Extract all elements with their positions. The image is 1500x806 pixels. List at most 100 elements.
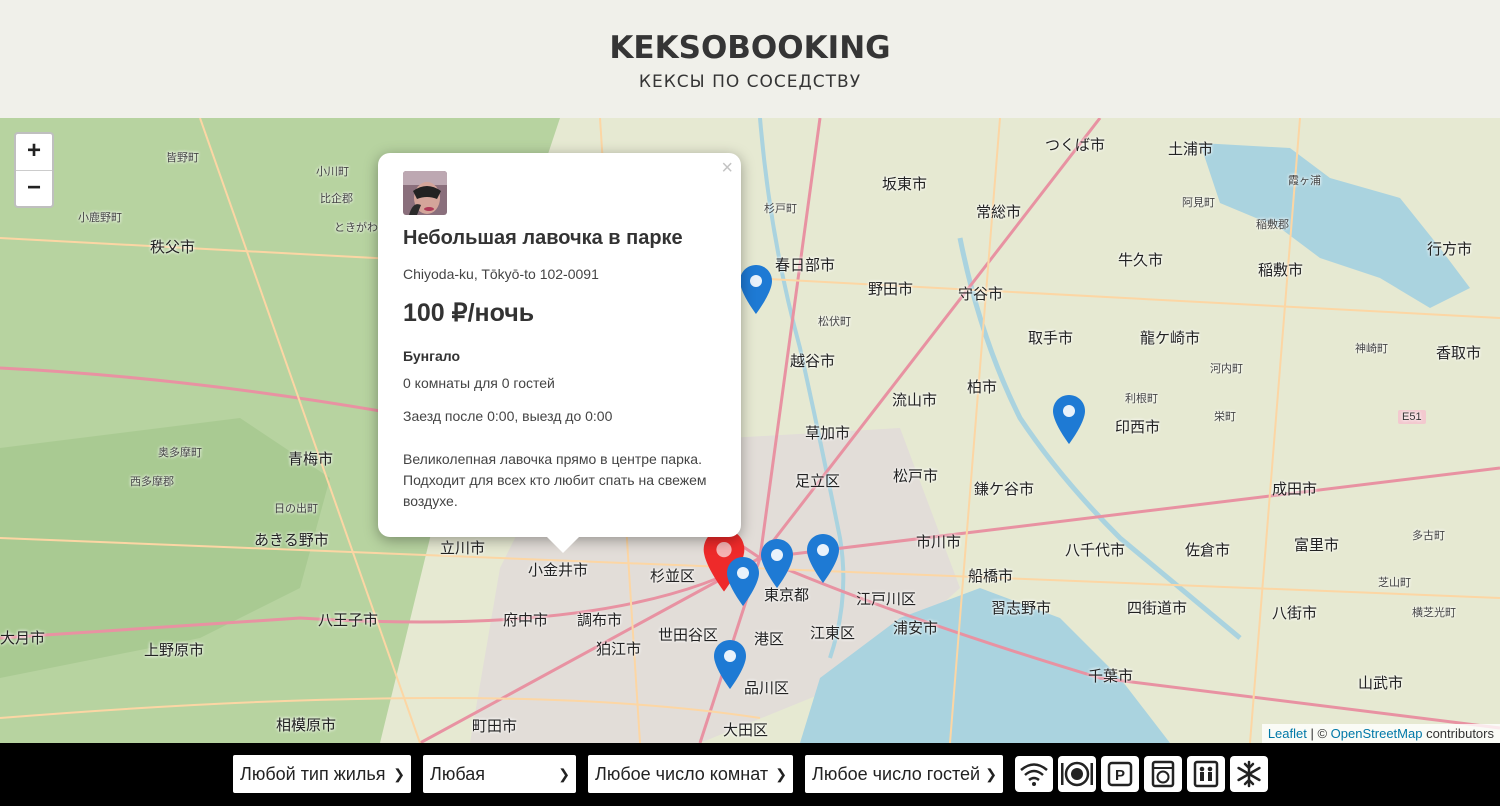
place-label: 船橋市 bbox=[968, 568, 1014, 585]
place-label: 比企郡 bbox=[320, 193, 353, 205]
place-label: 成田市 bbox=[1272, 481, 1318, 498]
place-label: 松伏町 bbox=[818, 316, 851, 328]
place-label: 品川区 bbox=[744, 680, 790, 697]
offer-capacity: 0 комнаты для 0 гостей bbox=[403, 375, 555, 391]
place-label: 常総市 bbox=[976, 204, 1022, 221]
place-label: 松戸市 bbox=[893, 468, 939, 485]
housing-type-value: Любой тип жилья bbox=[240, 764, 386, 784]
feature-dishwasher[interactable] bbox=[1058, 756, 1096, 792]
zoom-in-button[interactable]: + bbox=[16, 134, 52, 170]
map-pin[interactable] bbox=[805, 533, 841, 585]
place-label: 多古町 bbox=[1412, 530, 1445, 542]
chevron-down-icon: ❯ bbox=[775, 766, 787, 782]
place-label: 杉並区 bbox=[650, 568, 696, 585]
place-label: 取手市 bbox=[1028, 330, 1074, 347]
place-label: 府中市 bbox=[503, 612, 549, 629]
place-label: 習志野市 bbox=[991, 600, 1052, 617]
place-label: 皆野町 bbox=[166, 152, 199, 164]
place-label: 越谷市 bbox=[790, 353, 836, 370]
place-label: 守谷市 bbox=[958, 286, 1004, 303]
highway-shield: E51 bbox=[1398, 410, 1426, 424]
offer-address: Chiyoda-ku, Tōkyō-to 102-0091 bbox=[403, 266, 599, 282]
map-pin[interactable] bbox=[759, 538, 795, 590]
place-label: 牛久市 bbox=[1118, 252, 1164, 269]
offer-price: 100 ₽/ночь bbox=[403, 299, 535, 327]
place-label: 八千代市 bbox=[1065, 542, 1126, 559]
close-icon[interactable]: × bbox=[721, 157, 733, 180]
map[interactable]: つくば市 土浦市 坂東市 常総市 牛久市 行方市 稲敷市 春日部市 野田市 守谷… bbox=[0, 118, 1500, 743]
place-label: 利根町 bbox=[1125, 393, 1158, 405]
place-label: 江戸川区 bbox=[856, 591, 917, 608]
housing-price-select[interactable]: Любая ❯ bbox=[423, 755, 576, 793]
place-label: 芝山町 bbox=[1378, 577, 1411, 589]
place-label: 西多摩郡 bbox=[130, 476, 174, 488]
place-label: 狛江市 bbox=[596, 641, 642, 658]
logo: KEKSOBOOKING bbox=[609, 30, 891, 66]
place-label: 秩父市 bbox=[150, 239, 196, 256]
place-label: 奥多摩町 bbox=[158, 447, 202, 459]
feature-conditioner[interactable] bbox=[1230, 756, 1268, 792]
place-label: 霞ヶ浦 bbox=[1288, 175, 1321, 187]
chevron-down-icon: ❯ bbox=[985, 766, 997, 782]
map-pin[interactable] bbox=[738, 264, 774, 316]
place-label: 土浦市 bbox=[1168, 141, 1214, 158]
place-label: 青梅市 bbox=[288, 451, 334, 468]
feature-wifi[interactable] bbox=[1015, 756, 1053, 792]
place-label: 富里市 bbox=[1294, 537, 1340, 554]
place-label: 横芝光町 bbox=[1412, 607, 1456, 619]
zoom-control: + − bbox=[14, 132, 54, 208]
leaflet-link[interactable]: Leaflet bbox=[1268, 726, 1307, 741]
place-label: 江東区 bbox=[810, 625, 856, 642]
map-pin[interactable] bbox=[712, 639, 748, 691]
feature-parking[interactable]: P bbox=[1101, 756, 1139, 792]
svg-text:P: P bbox=[1115, 767, 1125, 784]
washer-icon bbox=[1151, 760, 1175, 788]
place-label: あきる野市 bbox=[254, 532, 329, 549]
place-label: 港区 bbox=[754, 631, 785, 648]
place-label: 小金井市 bbox=[528, 562, 589, 579]
chevron-down-icon: ❯ bbox=[393, 766, 405, 782]
zoom-out-button[interactable]: − bbox=[16, 170, 52, 206]
place-label: 八王子市 bbox=[318, 612, 379, 629]
place-label: 浦安市 bbox=[893, 620, 939, 637]
place-label: 相模原市 bbox=[276, 717, 337, 734]
place-label: 稲敷郡 bbox=[1256, 219, 1289, 231]
place-label: 草加市 bbox=[805, 425, 851, 442]
place-label: 足立区 bbox=[795, 473, 841, 490]
map-pin[interactable] bbox=[725, 556, 761, 608]
offer-title: Небольшая лавочка в парке bbox=[403, 227, 683, 249]
offer-type: Бунгало bbox=[403, 348, 460, 364]
place-label: 神崎町 bbox=[1355, 343, 1388, 355]
housing-type-select[interactable]: Любой тип жилья ❯ bbox=[233, 755, 411, 793]
osm-link[interactable]: OpenStreetMap bbox=[1331, 726, 1423, 741]
housing-guests-select[interactable]: Любое число гостей ❯ bbox=[805, 755, 1003, 793]
conditioner-icon bbox=[1237, 760, 1261, 788]
housing-rooms-select[interactable]: Любое число комнат ❯ bbox=[588, 755, 793, 793]
place-label: 稲敷市 bbox=[1258, 262, 1304, 279]
page-header: KEKSOBOOKING КЕКСЫ ПО СОСЕДСТВУ bbox=[0, 0, 1500, 118]
feature-washer[interactable] bbox=[1144, 756, 1182, 792]
map-tiles bbox=[0, 118, 1500, 743]
place-label: 小鹿野町 bbox=[78, 212, 122, 224]
place-label: つくば市 bbox=[1045, 137, 1106, 154]
chevron-down-icon: ❯ bbox=[558, 766, 570, 782]
offer-description: Великолепная лавочка прямо в центре парк… bbox=[403, 451, 707, 509]
place-label: 杉戸町 bbox=[764, 203, 797, 215]
place-label: 栄町 bbox=[1214, 411, 1236, 423]
place-label: 四街道市 bbox=[1127, 600, 1188, 617]
parking-icon: P bbox=[1107, 761, 1133, 787]
place-label: 調布市 bbox=[577, 612, 623, 629]
place-label: 佐倉市 bbox=[1185, 542, 1231, 559]
place-label: 立川市 bbox=[440, 540, 486, 557]
place-label: 小川町 bbox=[316, 166, 349, 178]
place-label: 阿見町 bbox=[1182, 197, 1215, 209]
map-pin[interactable] bbox=[1051, 394, 1087, 446]
place-label: 坂東市 bbox=[882, 176, 928, 193]
map-attribution: Leaflet | © OpenStreetMap contributors bbox=[1261, 724, 1500, 743]
place-label: 河内町 bbox=[1210, 363, 1243, 375]
place-label: 山武市 bbox=[1358, 675, 1404, 692]
place-label: 龍ケ崎市 bbox=[1140, 330, 1201, 347]
place-label: 町田市 bbox=[472, 718, 518, 735]
filters-bar: Любой тип жилья ❯ Любая ❯ Любое число комн… bbox=[0, 743, 1500, 806]
feature-elevator[interactable] bbox=[1187, 756, 1225, 792]
